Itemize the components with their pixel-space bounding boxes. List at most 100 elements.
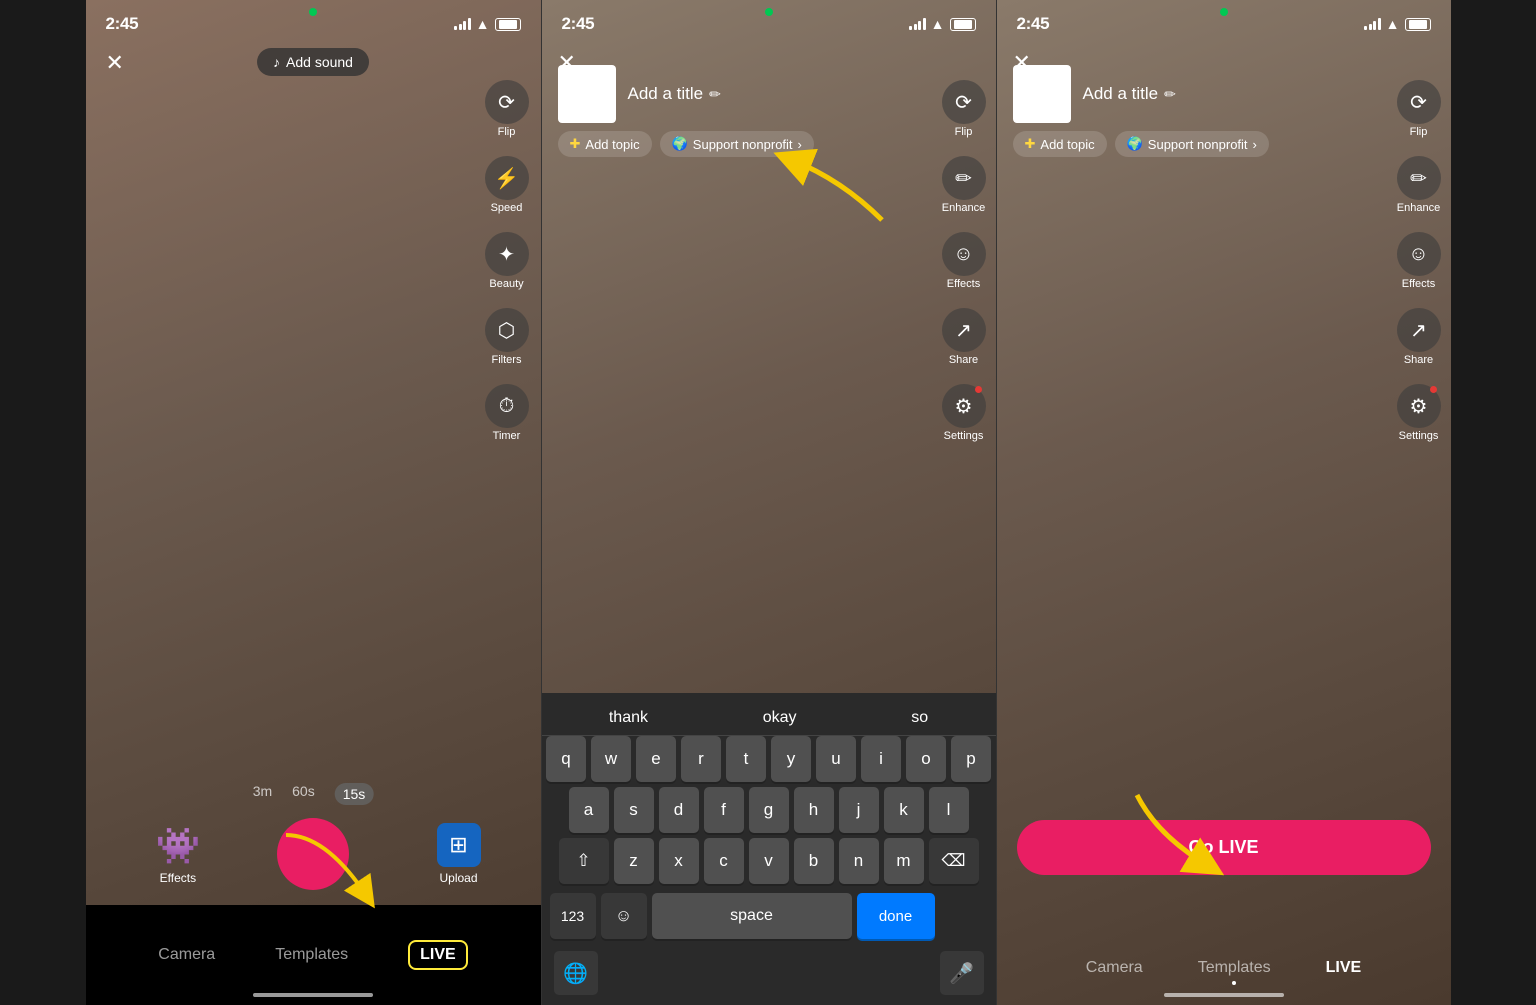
keyboard-2: thank okay so q w e r t y u i o p a s d … — [542, 693, 996, 1005]
key-f[interactable]: f — [704, 787, 744, 833]
sidebar-item-settings-2[interactable]: ⚙ Settings — [942, 384, 986, 442]
key-s[interactable]: s — [614, 787, 654, 833]
add-sound-button[interactable]: ♪ Add sound — [257, 48, 369, 76]
key-r[interactable]: r — [681, 736, 721, 782]
sidebar-item-share-2[interactable]: ↗ Share — [942, 308, 986, 366]
sidebar-item-enhance-2[interactable]: ✏ Enhance — [942, 156, 986, 214]
key-k[interactable]: k — [884, 787, 924, 833]
add-topic-button-3[interactable]: ✚ Add topic — [1013, 131, 1107, 157]
key-space[interactable]: space — [652, 893, 852, 939]
enhance-icon-2: ✏ — [955, 166, 972, 191]
key-x[interactable]: x — [659, 838, 699, 884]
title-text-2[interactable]: Add a title ✏ — [628, 84, 721, 104]
sidebar-item-enhance-3[interactable]: ✏ Enhance — [1397, 156, 1441, 214]
key-backspace[interactable]: ⌫ — [929, 838, 979, 884]
suggestion-okay[interactable]: okay — [763, 709, 797, 727]
add-topic-button-2[interactable]: ✚ Add topic — [558, 131, 652, 157]
add-topic-icon-2: ✚ — [570, 136, 581, 152]
key-t[interactable]: t — [726, 736, 766, 782]
key-l[interactable]: l — [929, 787, 969, 833]
key-b[interactable]: b — [794, 838, 834, 884]
key-u[interactable]: u — [816, 736, 856, 782]
key-e[interactable]: e — [636, 736, 676, 782]
share-icon-2: ↗ — [955, 318, 972, 343]
status-icons-3: ▲ — [1364, 16, 1430, 32]
tab-templates-3[interactable]: Templates — [1198, 959, 1271, 985]
templates-dot-3 — [1232, 981, 1236, 985]
globe-button[interactable]: 🌐 — [554, 951, 598, 995]
keyboard-row-3: ⇧ z x c v b n m ⌫ — [542, 838, 996, 884]
duration-bar: 3m 60s 15s — [253, 783, 374, 805]
support-nonprofit-button-2[interactable]: 🌍 Support nonprofit › — [660, 131, 814, 157]
status-time-1: 2:45 — [106, 14, 139, 34]
support-nonprofit-button-3[interactable]: 🌍 Support nonprofit › — [1115, 131, 1269, 157]
key-emoji[interactable]: ☺ — [601, 893, 647, 939]
sidebar-item-share-3[interactable]: ↗ Share — [1397, 308, 1441, 366]
key-a[interactable]: a — [569, 787, 609, 833]
signal-bar-4 — [468, 18, 471, 30]
tab-live-3[interactable]: LIVE — [1326, 959, 1362, 985]
record-button[interactable] — [277, 818, 349, 890]
edit-icon-3: ✏ — [1164, 86, 1176, 103]
key-i[interactable]: i — [861, 736, 901, 782]
home-indicator-1 — [253, 993, 373, 997]
duration-3m[interactable]: 3m — [253, 783, 272, 805]
keyboard-bottom-row: 123 ☺ space done — [542, 889, 996, 947]
sidebar-item-timer[interactable]: ⏱ Timer — [485, 384, 529, 442]
keyboard-row-1: q w e r t y u i o p — [542, 736, 996, 782]
effects-icon-3: ☺ — [1408, 243, 1428, 266]
key-n[interactable]: n — [839, 838, 879, 884]
key-y[interactable]: y — [771, 736, 811, 782]
key-j[interactable]: j — [839, 787, 879, 833]
title-text-3[interactable]: Add a title ✏ — [1083, 84, 1176, 104]
right-sidebar-2: ⟳ Flip ✏ Enhance ☺ Effects ↗ Share ⚙ Set… — [942, 80, 986, 442]
upload-label: Upload — [439, 871, 477, 885]
go-live-button[interactable]: Go LIVE — [1017, 820, 1431, 875]
phone-2: 2:45 ▲ ✕ ⟳ Flip ✏ Enhance ☺ Effect — [541, 0, 996, 1005]
tab-templates-1[interactable]: Templates — [275, 946, 348, 964]
suggestion-thank[interactable]: thank — [609, 709, 648, 727]
upload-button[interactable]: ⊞ Upload — [437, 823, 481, 885]
bottom-bar-1: Camera Templates LIVE — [86, 905, 541, 1005]
speed-icon: ⚡ — [494, 166, 519, 191]
tab-live-1[interactable]: LIVE — [408, 940, 468, 970]
key-done[interactable]: done — [857, 893, 935, 939]
key-c[interactable]: c — [704, 838, 744, 884]
sidebar-item-filters[interactable]: ⬡ Filters — [485, 308, 529, 366]
title-thumbnail-2 — [558, 65, 616, 123]
key-numbers[interactable]: 123 — [550, 893, 596, 939]
sidebar-item-speed[interactable]: ⚡ Speed — [485, 156, 529, 214]
chevron-right-3: › — [1253, 137, 1257, 152]
music-icon: ♪ — [273, 54, 280, 70]
key-o[interactable]: o — [906, 736, 946, 782]
wifi-icon-3: ▲ — [1386, 16, 1400, 32]
mic-button[interactable]: 🎤 — [940, 951, 984, 995]
key-d[interactable]: d — [659, 787, 699, 833]
key-q[interactable]: q — [546, 736, 586, 782]
key-w[interactable]: w — [591, 736, 631, 782]
effects-button[interactable]: 👾 Effects — [156, 825, 201, 885]
sidebar-item-beauty[interactable]: ✦ Beauty — [485, 232, 529, 290]
tab-camera-1[interactable]: Camera — [158, 946, 215, 964]
close-button-1[interactable]: ✕ — [106, 50, 124, 76]
sidebar-item-settings-3[interactable]: ⚙ Settings — [1397, 384, 1441, 442]
wifi-icon-2: ▲ — [931, 16, 945, 32]
key-shift[interactable]: ⇧ — [559, 838, 609, 884]
key-v[interactable]: v — [749, 838, 789, 884]
sidebar-item-effects-3[interactable]: ☺ Effects — [1397, 232, 1441, 290]
duration-60s[interactable]: 60s — [292, 783, 315, 805]
sidebar-item-flip[interactable]: ⟳ Flip — [485, 80, 529, 138]
key-p[interactable]: p — [951, 736, 991, 782]
key-g[interactable]: g — [749, 787, 789, 833]
key-h[interactable]: h — [794, 787, 834, 833]
effects-label: Effects — [160, 871, 196, 885]
sidebar-item-flip-2[interactable]: ⟳ Flip — [942, 80, 986, 138]
duration-15s[interactable]: 15s — [335, 783, 374, 805]
share-icon-3: ↗ — [1410, 318, 1427, 343]
suggestion-so[interactable]: so — [911, 709, 928, 727]
tab-camera-3[interactable]: Camera — [1086, 959, 1143, 985]
sidebar-item-effects-2[interactable]: ☺ Effects — [942, 232, 986, 290]
key-z[interactable]: z — [614, 838, 654, 884]
key-m[interactable]: m — [884, 838, 924, 884]
sidebar-item-flip-3[interactable]: ⟳ Flip — [1397, 80, 1441, 138]
